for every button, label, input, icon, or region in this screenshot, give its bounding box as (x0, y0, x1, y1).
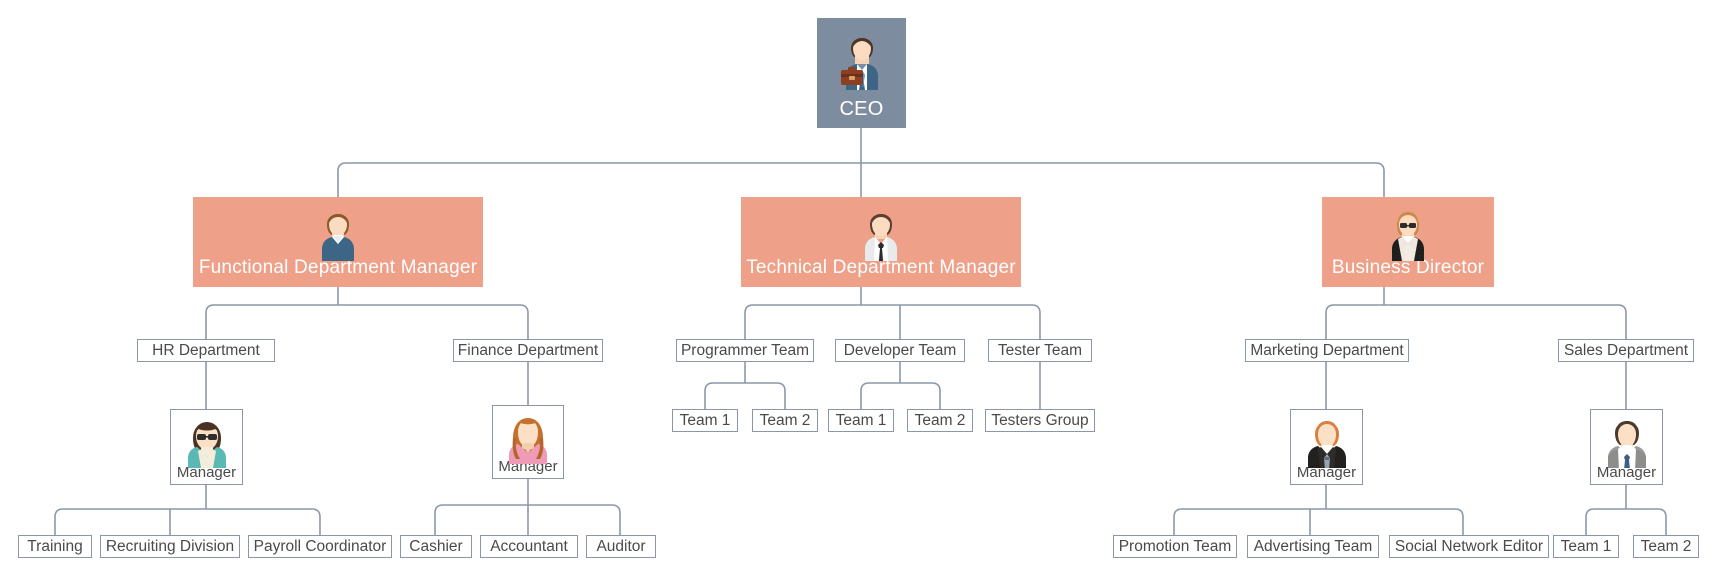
node-accountant[interactable]: Accountant (480, 535, 578, 558)
connector-programmer-bus (705, 383, 785, 409)
man-blue-sweater-avatar (314, 209, 362, 266)
node-programmer-team-2-label: Team 2 (760, 413, 811, 429)
man-ginger-black-suit-avatar (1302, 416, 1352, 473)
node-ceo-label: CEO (840, 98, 884, 120)
node-functional-department-manager[interactable]: Functional Department Manager (193, 197, 483, 287)
node-testers-group[interactable]: Testers Group (985, 409, 1095, 432)
node-recruiting-division[interactable]: Recruiting Division (100, 535, 240, 558)
connector-salesmanager-bus (1586, 509, 1666, 535)
node-developer-team-1[interactable]: Team 1 (828, 409, 894, 432)
connector-ceo-bus (338, 163, 1384, 197)
node-finance-department[interactable]: Finance Department (453, 339, 603, 362)
node-hr-department[interactable]: HR Department (137, 339, 275, 362)
node-hr-department-label: HR Department (152, 343, 260, 359)
connector-hrmanager-bus (55, 509, 320, 535)
node-developer-team-2-label: Team 2 (915, 413, 966, 429)
woman-auburn-hair-pink-avatar (503, 412, 553, 469)
node-finance-department-label: Finance Department (458, 343, 598, 359)
node-payroll-coordinator-label: Payroll Coordinator (254, 539, 387, 555)
node-marketing-department-label: Marketing Department (1250, 343, 1403, 359)
man-white-shirt-black-tie-avatar (857, 209, 905, 266)
node-hr-manager[interactable]: Manager (170, 409, 243, 485)
node-programmer-team-1[interactable]: Team 1 (672, 409, 738, 432)
node-sales-team-1-label: Team 1 (1561, 539, 1612, 555)
node-cashier-label: Cashier (409, 539, 462, 555)
node-training-label: Training (27, 539, 82, 555)
node-finance-manager[interactable]: Manager (492, 405, 564, 479)
node-testers-group-label: Testers Group (991, 413, 1088, 429)
node-promotion-team-label: Promotion Team (1119, 539, 1232, 555)
node-recruiting-division-label: Recruiting Division (106, 539, 234, 555)
node-accountant-label: Accountant (490, 539, 568, 555)
node-social-network-editor[interactable]: Social Network Editor (1389, 535, 1549, 558)
node-programmer-team[interactable]: Programmer Team (676, 339, 814, 362)
connector-functional-bus (206, 305, 528, 339)
connector-financemanager-bus (435, 505, 620, 535)
node-developer-team-1-label: Team 1 (836, 413, 887, 429)
org-chart: CEO Functional Department Manager (0, 0, 1720, 580)
node-tester-team[interactable]: Tester Team (988, 339, 1092, 362)
woman-sunglasses-teal-avatar (182, 416, 232, 473)
node-ceo[interactable]: CEO (817, 18, 906, 128)
node-sales-manager[interactable]: Manager (1590, 409, 1663, 485)
connector-technical-bus (745, 305, 1040, 339)
node-advertising-team[interactable]: Advertising Team (1247, 535, 1379, 558)
person-glasses-black-vest-avatar (1384, 209, 1432, 266)
node-sales-department[interactable]: Sales Department (1558, 339, 1694, 362)
businessman-briefcase-avatar (835, 32, 889, 95)
node-marketing-manager[interactable]: Manager (1290, 409, 1363, 485)
node-marketing-department[interactable]: Marketing Department (1245, 339, 1409, 362)
node-sales-team-2[interactable]: Team 2 (1633, 535, 1699, 558)
node-sales-team-2-label: Team 2 (1641, 539, 1692, 555)
node-advertising-team-label: Advertising Team (1254, 539, 1373, 555)
node-sales-team-1[interactable]: Team 1 (1553, 535, 1619, 558)
node-programmer-team-2[interactable]: Team 2 (752, 409, 818, 432)
connector-business-bus (1326, 305, 1626, 339)
node-developer-team[interactable]: Developer Team (835, 339, 965, 362)
connector-developer-bus (861, 383, 940, 409)
node-promotion-team[interactable]: Promotion Team (1113, 535, 1237, 558)
node-auditor-label: Auditor (596, 539, 645, 555)
node-sales-department-label: Sales Department (1564, 343, 1688, 359)
connector-marketingmanager-bus (1174, 509, 1463, 535)
node-developer-team-label: Developer Team (844, 343, 957, 359)
node-developer-team-2[interactable]: Team 2 (907, 409, 973, 432)
node-tester-team-label: Tester Team (998, 343, 1082, 359)
node-programmer-team-label: Programmer Team (681, 343, 809, 359)
node-auditor[interactable]: Auditor (586, 535, 656, 558)
node-payroll-coordinator[interactable]: Payroll Coordinator (248, 535, 392, 558)
node-programmer-team-1-label: Team 1 (680, 413, 731, 429)
node-cashier[interactable]: Cashier (400, 535, 472, 558)
node-business-director[interactable]: Business Director (1322, 197, 1494, 287)
node-training[interactable]: Training (18, 535, 92, 558)
node-social-network-editor-label: Social Network Editor (1395, 539, 1543, 555)
node-technical-department-manager[interactable]: Technical Department Manager (741, 197, 1021, 287)
man-gray-suit-blue-tie-avatar (1602, 416, 1652, 473)
